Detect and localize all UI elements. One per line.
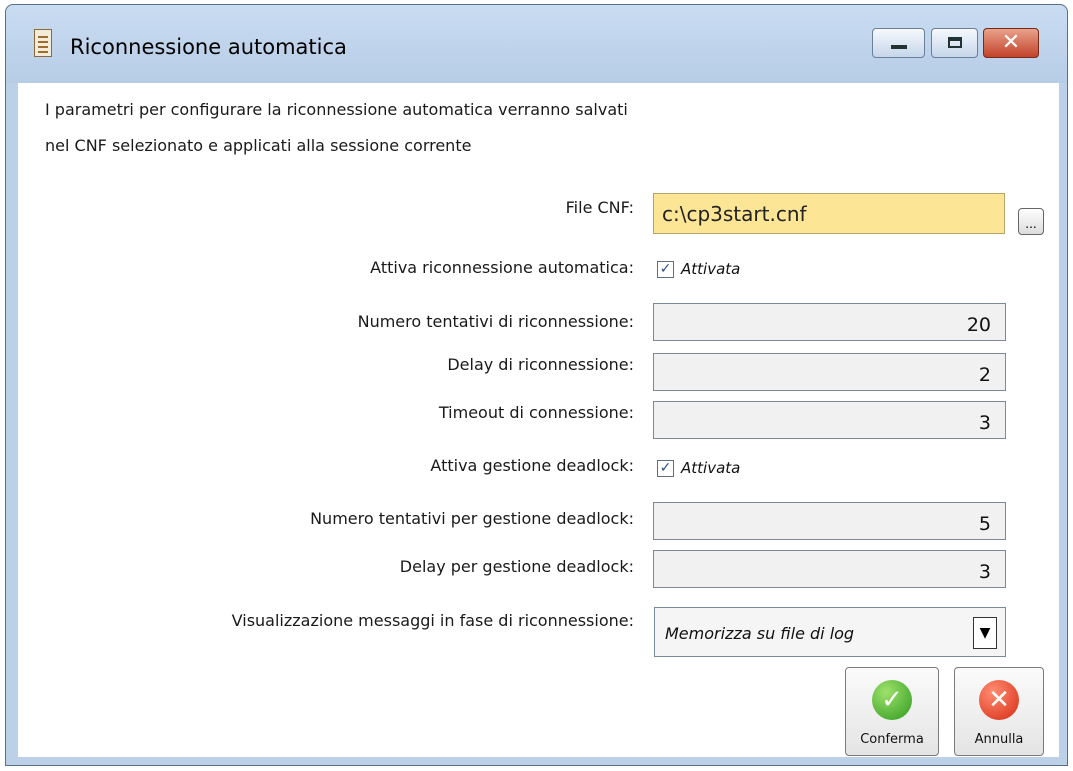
- minimize-button[interactable]: [872, 28, 925, 58]
- dialog-content: I parametri per configurare la riconness…: [18, 83, 1059, 757]
- cancel-button[interactable]: ✕ Annulla: [954, 667, 1044, 756]
- auto-reconnect-check-label: Attivata: [681, 260, 741, 278]
- confirm-button[interactable]: ✓ Conferma: [845, 667, 939, 756]
- deadlock-checkbox[interactable]: ✓: [657, 460, 674, 477]
- close-icon: ✕: [1001, 30, 1021, 55]
- close-button[interactable]: ✕: [983, 28, 1039, 58]
- document-icon: [34, 29, 52, 57]
- deadlock-label: Attiva gestione deadlock:: [430, 456, 634, 475]
- file-cnf-label: File CNF:: [565, 198, 634, 217]
- deadlock-attempts-label: Numero tentativi per gestione deadlock:: [310, 509, 634, 528]
- attempts-field[interactable]: 20: [653, 303, 1006, 341]
- checkmark-icon: ✓: [872, 680, 912, 720]
- timeout-field[interactable]: 3: [653, 401, 1006, 439]
- checkmark-icon: ✓: [659, 460, 672, 476]
- intro-line-2: nel CNF selezionato e applicati alla ses…: [45, 136, 472, 155]
- file-cnf-input[interactable]: c:\cp3start.cnf: [653, 193, 1005, 234]
- attempts-label: Numero tentativi di riconnessione:: [357, 312, 634, 331]
- auto-reconnect-checkbox[interactable]: ✓: [657, 261, 674, 278]
- maximize-button[interactable]: [931, 28, 978, 58]
- cancel-label: Annulla: [974, 732, 1024, 747]
- title-bar: Riconnessione automatica ✕: [6, 5, 1067, 83]
- deadlock-attempts-field[interactable]: 5: [653, 502, 1006, 540]
- delay-field[interactable]: 2: [653, 353, 1006, 391]
- auto-reconnect-label: Attiva riconnessione automatica:: [370, 258, 634, 277]
- messages-select-value: Memorizza su file di log: [665, 624, 855, 643]
- messages-select[interactable]: Memorizza su file di log ▼: [654, 607, 1006, 657]
- deadlock-delay-label: Delay per gestione deadlock:: [399, 557, 634, 576]
- deadlock-delay-field[interactable]: 3: [653, 550, 1006, 588]
- maximize-icon: [948, 37, 962, 48]
- window-title: Riconnessione automatica: [70, 35, 347, 59]
- close-icon: ✕: [979, 680, 1019, 720]
- dialog-window: Riconnessione automatica ✕ I parametri p…: [5, 4, 1068, 766]
- confirm-label: Conferma: [860, 732, 924, 747]
- delay-label: Delay di riconnessione:: [447, 355, 634, 374]
- timeout-label: Timeout di connessione:: [438, 403, 634, 422]
- intro-line-1: I parametri per configurare la riconness…: [45, 100, 628, 119]
- messages-label: Visualizzazione messaggi in fase di rico…: [231, 611, 634, 630]
- chevron-down-icon[interactable]: ▼: [973, 617, 997, 649]
- checkmark-icon: ✓: [659, 261, 672, 277]
- browse-button[interactable]: ...: [1018, 208, 1044, 235]
- minimize-icon: [891, 45, 907, 49]
- deadlock-check-label: Attivata: [681, 459, 741, 477]
